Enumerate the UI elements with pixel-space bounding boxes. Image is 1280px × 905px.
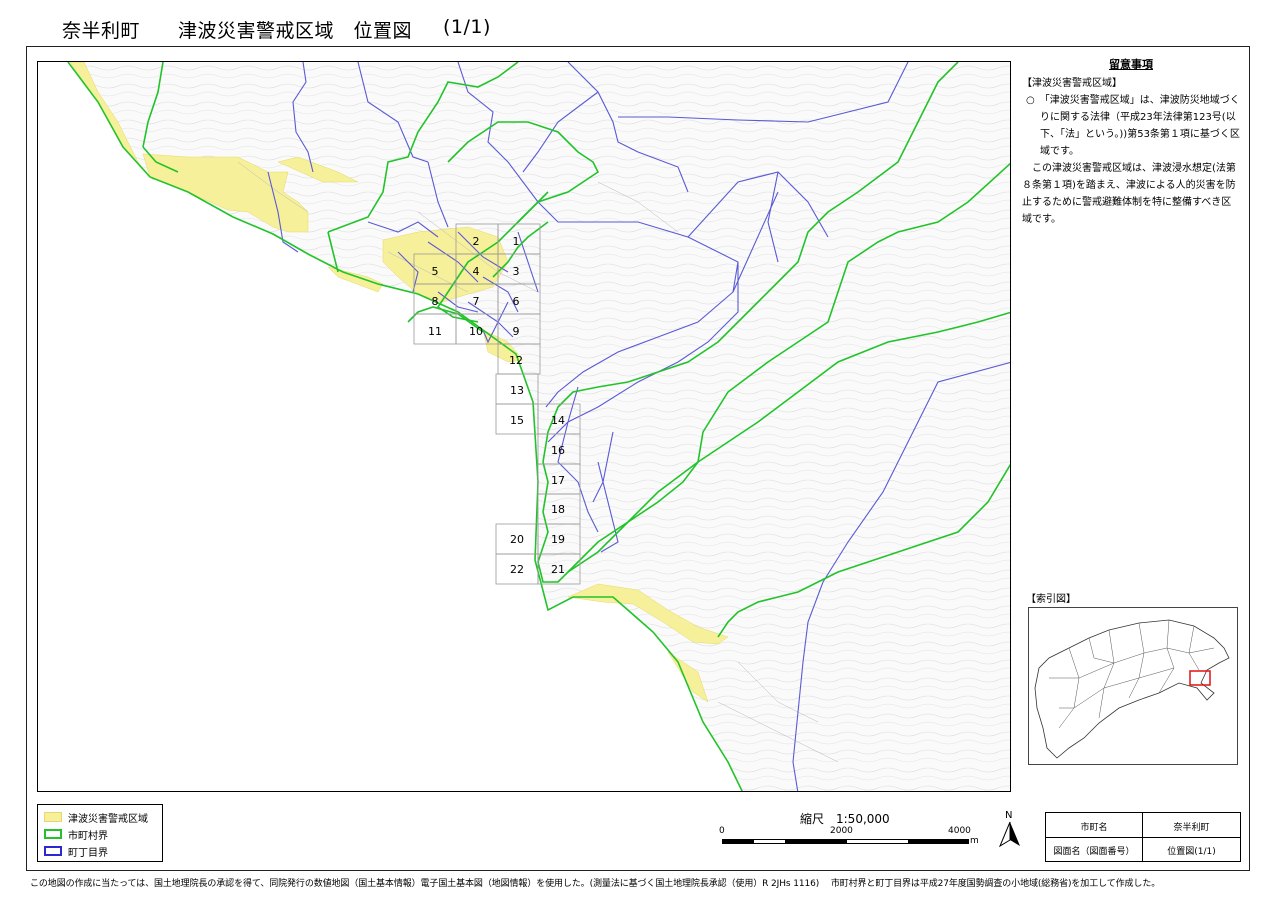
map-title: 津波災害警戒区域 位置図 — [178, 20, 413, 42]
tile-label: 5 — [432, 265, 439, 278]
tile-label: 2 — [473, 235, 480, 248]
tile-label: 10 — [469, 325, 483, 338]
notes-panel: 留意事項 【津波災害警戒区域】 ○ 「津波災害警戒区域」は、津波防災地域づくりに… — [1022, 56, 1240, 228]
tile-label: 4 — [473, 265, 480, 278]
tile-label: 9 — [513, 325, 520, 338]
tile-label: 3 — [513, 265, 520, 278]
notes-heading: 留意事項 — [1109, 58, 1153, 71]
legend-item-town: 町丁目界 — [44, 845, 108, 859]
tile-label: 18 — [551, 503, 565, 516]
zone-swatch — [44, 812, 62, 822]
tile-label: 20 — [510, 533, 524, 546]
tile-label: 21 — [551, 563, 565, 576]
tile-label: 7 — [473, 295, 480, 308]
tile-label: 11 — [428, 325, 442, 338]
legend-item-zone: 津波災害警戒区域 — [44, 811, 148, 825]
tile-label: 19 — [551, 533, 565, 546]
notes-paragraph-1: ○ 「津波災害警戒区域」は、津波防災地域づくりに関する法律（平成23年法律第12… — [1026, 95, 1240, 157]
north-arrow-icon — [998, 821, 1020, 848]
info-sheet-value: 位置図(1/1) — [1167, 846, 1216, 857]
tile-label: 13 — [510, 384, 524, 397]
index-map-canvas — [1034, 619, 1230, 759]
index-map-label: 【索引図】 — [1026, 594, 1076, 605]
tile-label: 14 — [551, 414, 565, 427]
index-map[interactable] — [1028, 607, 1238, 765]
page-indicator: (1/1) — [443, 16, 491, 38]
notes-section-title: 【津波災害警戒区域】 — [1022, 78, 1122, 89]
main-map[interactable]: 1 2 3 4 5 6 7 8 9 10 11 12 13 14 15 16 1… — [37, 61, 1011, 792]
tile-label: 22 — [510, 563, 524, 576]
info-town-value: 奈半利町 — [1173, 822, 1210, 833]
legend-item-city: 市町村界 — [44, 828, 108, 842]
tile-label: 15 — [510, 414, 524, 427]
info-table: 市町名 奈半利町 図面名（図面番号） 位置図(1/1) — [1045, 812, 1241, 862]
scale-tick-4000: 4000 — [948, 826, 971, 836]
legend-label: 町丁目界 — [68, 847, 108, 859]
tile-label: 6 — [513, 295, 520, 308]
info-sheet-header: 図面名（図面番号） — [1053, 846, 1135, 857]
legend: 津波災害警戒区域 市町村界 町丁目界 — [37, 804, 163, 862]
scale-tick-2000: 2000 — [830, 826, 853, 836]
tile-label: 17 — [551, 474, 565, 487]
map-canvas: 1 2 3 4 5 6 7 8 9 10 11 12 13 14 15 16 1… — [38, 62, 1010, 791]
scale-title: 縮尺 1:50,000 — [800, 812, 890, 826]
town-boundary-swatch — [44, 846, 62, 856]
info-town-header: 市町名 — [1080, 822, 1108, 833]
notes-paragraph-2: この津波災害警戒区域は、津波浸水想定(法第８条第１項)を踏まえ、津波による人的災… — [1022, 163, 1236, 225]
tile-label: 16 — [551, 444, 565, 457]
footer-note: この地図の作成に当たっては、国土地理院長の承認を得て、同院発行の数値地図（国土基… — [30, 879, 1161, 889]
tile-label: 8 — [432, 295, 439, 308]
tile-label: 1 — [513, 235, 520, 248]
legend-label: 市町村界 — [68, 830, 108, 842]
scale-bar — [722, 839, 969, 844]
north-arrow: N — [996, 810, 1024, 848]
scale-unit: m — [970, 836, 979, 846]
town-title: 奈半利町 — [62, 20, 141, 42]
scale-tick-0: 0 — [719, 826, 725, 836]
city-boundary-swatch — [44, 829, 62, 839]
legend-label: 津波災害警戒区域 — [68, 813, 148, 825]
tile-label: 12 — [509, 354, 523, 367]
